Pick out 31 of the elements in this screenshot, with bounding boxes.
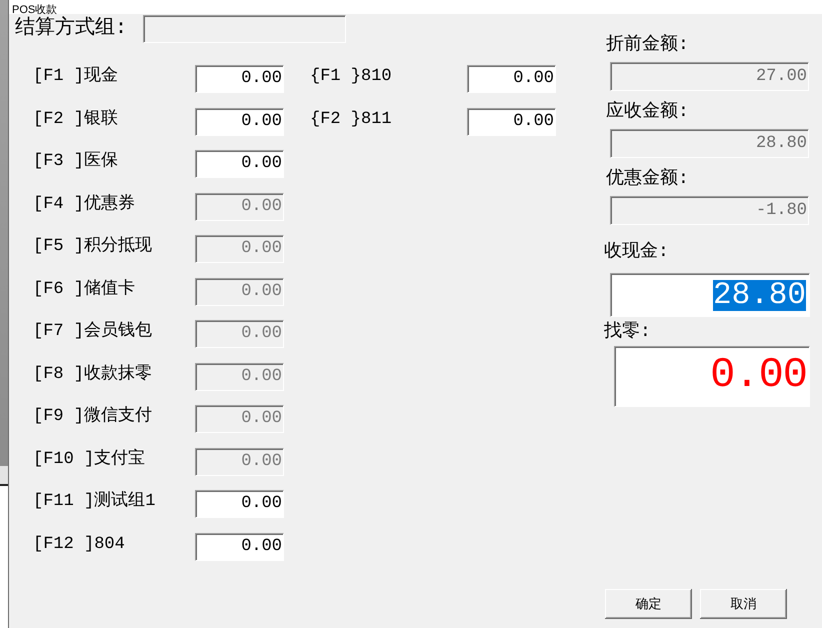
payment-amount-field[interactable]: 0.00 <box>195 150 284 178</box>
amount-label: 应收金额: <box>606 101 689 123</box>
payment-method-label: [F8 ]收款抹零 <box>33 364 152 384</box>
payment-method-label: [F11 ]测试组1 <box>33 492 156 512</box>
payment-method-label: [F7 ]会员钱包 <box>33 322 152 342</box>
payment-amount-field[interactable]: 0.00 <box>195 108 284 136</box>
payment-method-label: [F10 ]支付宝 <box>33 450 146 470</box>
payment-method-label: [F2 ]银联 <box>33 110 118 130</box>
payment-method-label: [F6 ]储值卡 <box>33 280 136 300</box>
cancel-button[interactable]: 取消 <box>700 589 787 619</box>
payment-method-label: [F1 ]现金 <box>33 67 118 87</box>
payment-method-label: [F12 ]804 <box>33 534 125 554</box>
confirm-button[interactable]: 确定 <box>605 589 692 619</box>
payment-method-label: [F3 ]医保 <box>33 152 118 172</box>
payment-method-label: {F1 }810 <box>310 67 392 87</box>
amount-label: 折前金额: <box>606 34 689 56</box>
payment-method-label: {F2 }811 <box>310 110 392 130</box>
payment-method-label: [F4 ]优惠券 <box>33 194 136 214</box>
amount-label: 收现金: <box>604 241 669 263</box>
amount-label: 优惠金额: <box>606 168 689 190</box>
payment-method-label: [F5 ]积分抵现 <box>33 237 152 257</box>
payment-amount-field[interactable]: 0.00 <box>195 532 284 560</box>
payment-amount-field[interactable]: 0.00 <box>467 108 556 136</box>
payment-amount-field[interactable]: 0.00 <box>195 490 284 518</box>
payment-amount-field[interactable]: 0.00 <box>195 65 284 93</box>
payment-method-label: [F9 ]微信支付 <box>33 407 152 427</box>
change-field[interactable]: 0.00 <box>614 346 810 407</box>
payment-amount-field[interactable]: 0.00 <box>467 65 556 93</box>
cash-received-field[interactable]: 28.80 <box>610 273 810 317</box>
settlement-group-label: 结算方式组: <box>15 17 128 41</box>
amount-label: 找零: <box>604 321 651 343</box>
